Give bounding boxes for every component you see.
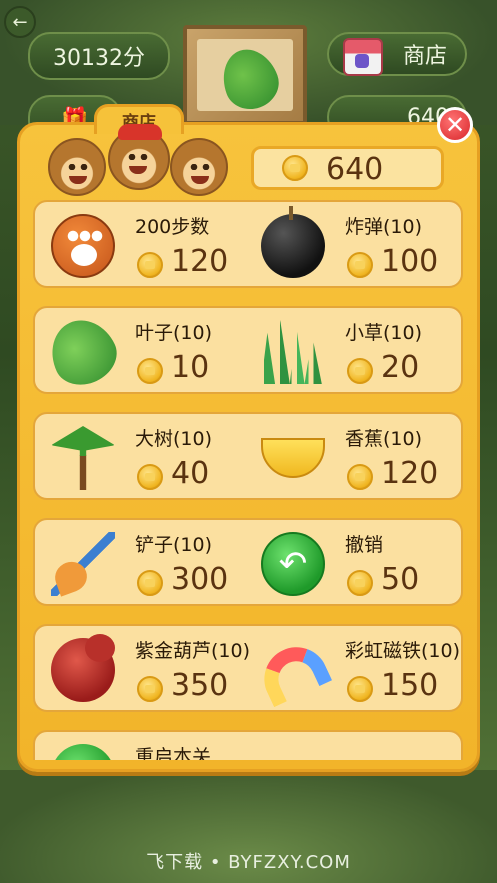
shop-icon (343, 38, 383, 76)
shop-item-list[interactable]: 200步数 120 炸弹(10) 100 叶子(10) 10 小草(10) 20… (33, 200, 463, 760)
coin-balance-value: 640 (326, 152, 384, 187)
watermark: 飞下载 • BYFZXY.COM (146, 852, 351, 873)
banana-icon (261, 438, 325, 478)
coin-icon (347, 252, 373, 278)
score-text: 30132分 (53, 46, 145, 71)
monkey-eyes (66, 164, 90, 170)
shop-item-undo[interactable]: ↶ 撤销 50 (245, 520, 459, 608)
coin-balance: 640 (251, 146, 444, 190)
restart-icon (51, 744, 115, 760)
item-name: 紫金葫芦(10) (135, 640, 251, 662)
shop-row: 铲子(10) 300 ↶ 撤销 50 (33, 518, 463, 606)
item-price: 120 (381, 456, 439, 491)
shop-item-leaf[interactable]: 叶子(10) 10 (35, 308, 249, 396)
grass-icon (261, 320, 322, 384)
shop-button-label: 商店 (402, 44, 447, 69)
close-button[interactable]: ✕ (437, 107, 473, 143)
signboard-face (197, 39, 293, 117)
item-name: 小草(10) (345, 322, 423, 344)
shop-button[interactable]: 商店 (327, 32, 467, 76)
item-price: 300 (171, 562, 229, 597)
tree-icon (51, 426, 115, 490)
monkey-avatar-3 (170, 138, 228, 196)
gourd-icon (51, 634, 115, 702)
shop-item-bomb[interactable]: 炸弹(10) 100 (245, 202, 459, 290)
shovel-icon (51, 532, 115, 596)
item-price: 100 (381, 244, 439, 279)
monkey-eyes (188, 164, 212, 170)
leaf-icon (214, 41, 286, 117)
coin-icon (137, 358, 163, 384)
monkey-eyes (126, 154, 150, 160)
item-name: 撤销 (345, 534, 384, 556)
paw-icon (51, 214, 115, 278)
coin-icon (347, 464, 373, 490)
undo-icon: ↶ (261, 532, 325, 596)
coin-icon (137, 464, 163, 490)
rainbow-magnet-icon (253, 636, 333, 708)
close-icon: ✕ (444, 111, 466, 139)
item-price: 350 (171, 668, 229, 703)
back-button[interactable]: ← (4, 6, 36, 38)
shop-item-magnet[interactable]: 彩虹磁铁(10) 150 (245, 626, 461, 714)
item-price: 10 (171, 350, 210, 385)
item-name: 铲子(10) (135, 534, 213, 556)
monkey-avatar-1 (48, 138, 106, 196)
shop-row: 重启本关 (33, 730, 463, 760)
item-name: 彩虹磁铁(10) (345, 640, 461, 662)
item-name: 200步数 (135, 216, 210, 238)
shop-item-restart[interactable]: 重启本关 (35, 732, 249, 760)
monkey-mouth (69, 176, 87, 184)
item-price: 120 (171, 244, 229, 279)
coin-icon (347, 676, 373, 702)
shop-item-steps[interactable]: 200步数 120 (35, 202, 249, 290)
shop-item-shovel[interactable]: 铲子(10) 300 (35, 520, 249, 608)
shop-row: 大树(10) 40 香蕉(10) 120 (33, 412, 463, 500)
coin-icon (347, 358, 373, 384)
shop-row: 200步数 120 炸弹(10) 100 (33, 200, 463, 288)
item-name: 重启本关 (135, 746, 212, 760)
item-name: 香蕉(10) (345, 428, 423, 450)
monkey-mouth (191, 176, 209, 184)
shop-item-grass[interactable]: 小草(10) 20 (245, 308, 459, 396)
item-name: 炸弹(10) (345, 216, 423, 238)
item-price: 150 (381, 668, 439, 703)
item-name: 叶子(10) (135, 322, 213, 344)
coin-icon (137, 570, 163, 596)
score-display: 30132分 (28, 32, 170, 80)
coin-icon (137, 676, 163, 702)
shop-row: 叶子(10) 10 小草(10) 20 (33, 306, 463, 396)
shop-item-banana[interactable]: 香蕉(10) 120 (245, 414, 459, 502)
back-arrow-icon: ← (12, 11, 28, 33)
coin-icon (347, 570, 373, 596)
shop-item-tree[interactable]: 大树(10) 40 (35, 414, 249, 502)
bomb-icon (261, 206, 325, 278)
monkey-mouth (129, 166, 147, 174)
item-price: 50 (381, 562, 420, 597)
leaf-icon (40, 309, 126, 395)
coin-icon (137, 252, 163, 278)
item-name: 大树(10) (135, 428, 213, 450)
shop-item-gourd[interactable]: 紫金葫芦(10) 350 (35, 626, 251, 714)
item-price: 40 (171, 456, 210, 491)
item-price: 20 (381, 350, 420, 385)
shop-row: 紫金葫芦(10) 350 彩虹磁铁(10) 150 (33, 624, 463, 712)
level-signboard (183, 25, 307, 125)
coin-icon (282, 155, 308, 181)
monkey-avatar-2 (108, 124, 170, 190)
